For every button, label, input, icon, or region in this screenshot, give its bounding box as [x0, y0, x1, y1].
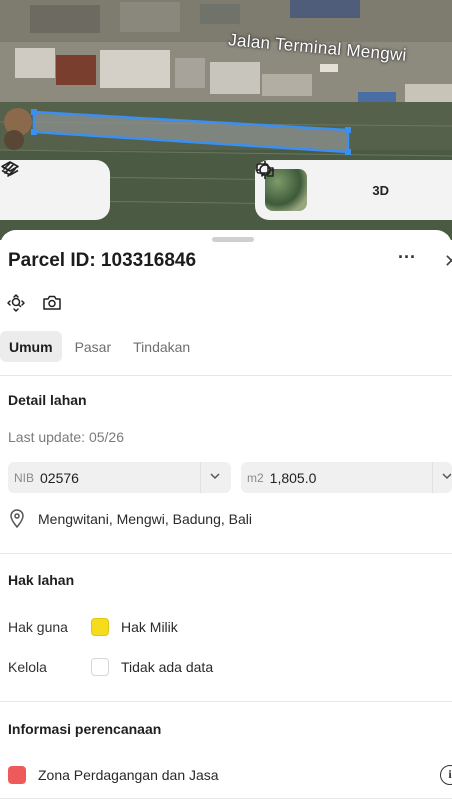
zoom-to-parcel-icon[interactable]: [6, 293, 26, 313]
area-field[interactable]: m2 1,805.0: [241, 462, 452, 493]
last-update-text: Last update: 05/26: [8, 429, 124, 445]
tab-umum[interactable]: Umum: [0, 331, 62, 362]
location-text: Mengwitani, Mengwi, Badung, Bali: [38, 511, 253, 527]
section-title-planning: Informasi perencanaan: [8, 721, 162, 737]
nib-prefix: NIB: [14, 470, 35, 485]
locate-icon[interactable]: [256, 161, 351, 205]
section-title-hak: Hak lahan: [8, 572, 75, 588]
field-separator: [200, 462, 201, 493]
tab-pasar[interactable]: Pasar: [66, 331, 121, 362]
hak-guna-label: Hak guna: [8, 619, 68, 635]
layers-icon[interactable]: [1, 161, 48, 205]
zone-row: Zona Perdagangan dan Jasa i: [8, 765, 452, 785]
map-tools-right: 3D: [255, 160, 452, 220]
divider: [0, 798, 452, 799]
hak-guna-swatch: [91, 618, 109, 636]
info-icon[interactable]: i: [440, 765, 452, 785]
map-tools-left: [0, 160, 110, 220]
parcel-detail-sheet: Parcel ID: 103316846 ··· ✕ Umum Pasar Ti…: [0, 230, 452, 804]
chevron-down-icon[interactable]: [209, 470, 221, 485]
location-row: Mengwitani, Mengwi, Badung, Bali: [8, 509, 252, 529]
chevron-down-icon[interactable]: [441, 470, 452, 485]
kelola-swatch: [91, 658, 109, 676]
field-separator: [432, 462, 433, 493]
nib-value: 02576: [40, 469, 79, 486]
hak-guna-value: Hak Milik: [121, 619, 178, 635]
section-title-detail: Detail lahan: [8, 392, 87, 408]
map-view[interactable]: Jalan Terminal Mengwi 3D: [0, 0, 452, 240]
parcel-tools: [6, 293, 62, 313]
tab-tindakan[interactable]: Tindakan: [124, 331, 199, 362]
area-value: 1,805.0: [269, 469, 317, 486]
view-3d-button[interactable]: 3D: [366, 175, 396, 205]
hak-guna-row: Hak guna Hak Milik: [8, 617, 178, 637]
drag-handle[interactable]: [212, 237, 254, 242]
divider: [0, 553, 452, 554]
zone-value: Zona Perdagangan dan Jasa: [38, 767, 219, 783]
divider: [0, 375, 452, 376]
divider: [0, 701, 452, 702]
nib-field[interactable]: NIB 02576: [8, 462, 231, 493]
compare-icon[interactable]: [256, 163, 440, 205]
kelola-value: Tidak ada data: [121, 659, 214, 675]
view-3d-label: 3D: [372, 182, 389, 198]
route-icon[interactable]: [3, 162, 93, 205]
page-title: Parcel ID: 103316846: [8, 250, 197, 271]
camera-icon[interactable]: [42, 293, 62, 313]
title-row: Parcel ID: 103316846 ··· ✕: [8, 248, 452, 274]
tab-bar: Umum Pasar Tindakan: [0, 331, 203, 362]
close-button[interactable]: ✕: [444, 250, 452, 272]
zone-swatch: [8, 766, 26, 784]
kelola-label: Kelola: [8, 659, 47, 675]
area-prefix: m2: [247, 470, 264, 485]
more-options-button[interactable]: ···: [398, 248, 420, 272]
kelola-row: Kelola Tidak ada data: [8, 657, 213, 677]
location-pin-icon: [10, 509, 24, 529]
